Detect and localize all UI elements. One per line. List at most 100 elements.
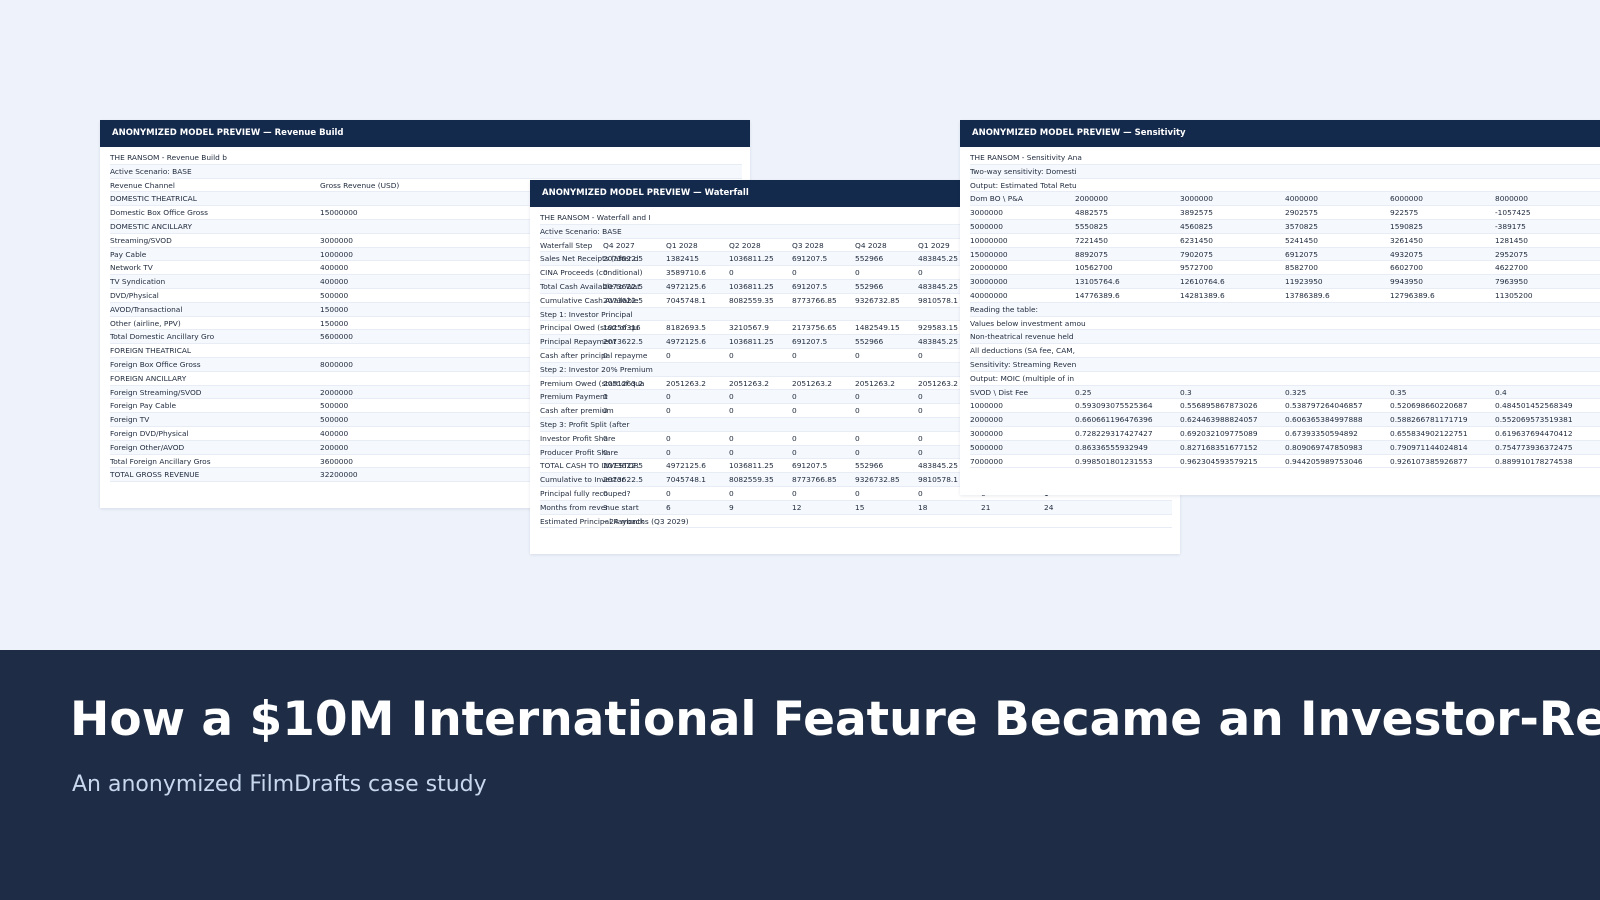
table-cell: 20000000 — [970, 263, 1008, 273]
table-cell: 0.790971144024814 — [1390, 442, 1468, 452]
table-cell: 0 — [855, 406, 860, 416]
table-cell: 0 — [603, 406, 608, 416]
table-cell: 0 — [918, 350, 923, 360]
table-cell: 3000000 — [970, 428, 1003, 438]
table-row: 7000000 0.998501801231553 0.96230459357921… — [970, 455, 1600, 469]
table-cell: 0 — [792, 447, 797, 457]
table-cell: 2051263.2 — [918, 378, 958, 388]
table-cell: 9326732.85 — [855, 295, 900, 305]
table-cell: Values below investment amou — [970, 318, 1086, 328]
table-cell: 13786389.6 — [1285, 290, 1330, 300]
table-cell: 0.944205989753046 — [1285, 456, 1363, 466]
table-cell: 13105764.6 — [1075, 277, 1120, 287]
table-cell: Foreign Other/AVOD — [110, 442, 185, 452]
table-cell: 30000000 — [970, 277, 1008, 287]
table-row: 40000000 14776389.6 14281389.6 13786389.6 12… — [970, 289, 1600, 303]
table-cell: 0.809069747850983 — [1285, 442, 1363, 452]
table-cell: 0 — [729, 433, 734, 443]
table-cell: 15000000 — [320, 208, 358, 218]
table-cell: 691207.5 — [792, 461, 828, 471]
hero-banner: How a $10M International Feature Became … — [0, 650, 1600, 900]
table-row: 1000000 0.593093075525364 0.55689586787302… — [970, 399, 1600, 414]
table-row: Values below investment amou — [970, 317, 1600, 331]
table-cell: 7963950 — [1495, 277, 1528, 287]
table-cell: 12 — [792, 502, 802, 512]
table-cell: 4000000 — [1285, 194, 1318, 204]
table-cell: 21 — [981, 502, 991, 512]
table-cell: 2051263.2 — [855, 378, 895, 388]
table-cell: 0.556895867873026 — [1180, 401, 1258, 411]
table-cell: 0 — [792, 433, 797, 443]
table-cell: 0 — [792, 392, 797, 402]
table-cell: Network TV — [110, 263, 153, 273]
table-cell: 691207.5 — [792, 254, 828, 264]
table-cell: 1000000 — [970, 401, 1003, 411]
table-cell: 0.962304593579215 — [1180, 456, 1258, 466]
table-cell: 1482549.15 — [855, 323, 900, 333]
table-cell: 0 — [666, 447, 671, 457]
table-cell: 0 — [855, 350, 860, 360]
table-cell: 7045748.1 — [666, 295, 706, 305]
table-cell: 0.692032109775089 — [1180, 428, 1258, 438]
table-cell: CINA Proceeds (conditional) — [540, 268, 643, 278]
table-cell: Output: MOIC (multiple of in — [970, 373, 1075, 383]
table-cell: 9810578.1 — [918, 475, 958, 485]
table-cell: 0 — [855, 268, 860, 278]
table-cell: 552966 — [855, 461, 884, 471]
table-cell: 8582700 — [1285, 263, 1318, 273]
table-cell: 5000000 — [970, 442, 1003, 452]
table-cell: THE RANSOM - Waterfall and I — [540, 213, 651, 222]
table-cell: 8892075 — [1075, 249, 1108, 259]
table-cell: 1382415 — [666, 254, 699, 264]
table-row: Reading the table: — [970, 302, 1600, 317]
table-cell: 0.619637694470412 — [1495, 428, 1573, 438]
table-cell: Q1 2028 — [666, 240, 698, 250]
table-cell: 8000000 — [320, 359, 353, 369]
table-cell: 8773766.85 — [792, 295, 837, 305]
table-row: 20000000 10562700 9572700 8582700 6602700 462… — [970, 261, 1600, 276]
table-cell: 0.660661196476396 — [1075, 415, 1153, 425]
table-cell: 0 — [666, 488, 671, 498]
table-cell: DOMESTIC THEATRICAL — [110, 194, 197, 204]
table-cell: 500000 — [320, 401, 349, 411]
table-row: 2000000 0.660661196476396 0.62446398882405… — [970, 413, 1600, 427]
table-cell: Active Scenario: BASE — [540, 226, 622, 236]
table-cell: 552966 — [855, 254, 884, 264]
table-cell: 15 — [855, 502, 865, 512]
table-cell: Months from revenue start — [540, 502, 639, 512]
table-cell: 2073622.5 — [603, 461, 643, 471]
table-cell: 200000 — [320, 442, 349, 452]
table-cell: Foreign DVD/Physical — [110, 428, 189, 438]
table-cell: 0.827168351677152 — [1180, 442, 1258, 452]
table-cell: 0 — [918, 392, 923, 402]
table-cell: 0 — [666, 350, 671, 360]
table-cell: 0.593093075525364 — [1075, 401, 1153, 411]
table-row: Sensitivity: Streaming Reven — [970, 357, 1600, 372]
table-cell: 552966 — [855, 281, 884, 291]
table-row: 5000000 5550825 4560825 3570825 1590825 -3891… — [970, 219, 1600, 234]
table-cell: FOREIGN ANCILLARY — [110, 373, 187, 383]
table-cell: 0 — [729, 350, 734, 360]
table-cell: Streaming/SVOD — [110, 235, 172, 245]
table-cell: 0 — [918, 447, 923, 457]
table-cell: 0 — [729, 447, 734, 457]
table-cell: 5600000 — [320, 332, 353, 342]
table-cell: Two-way sensitivity: Domesti — [970, 166, 1077, 176]
table-cell: 4972125.6 — [666, 337, 706, 347]
table-cell: 483845.25 — [918, 337, 958, 347]
table-row: 10000000 7221450 6231450 5241450 3261450 1281… — [970, 234, 1600, 248]
table-cell: 0 — [729, 392, 734, 402]
table-cell: 552966 — [855, 337, 884, 347]
table-cell: 2051263.2 — [792, 378, 832, 388]
table-cell: Q2 2028 — [729, 240, 761, 250]
table-cell: Step 1: Investor Principal — [540, 309, 633, 319]
table-cell: 0 — [666, 392, 671, 402]
table-cell: 0.552069573519381 — [1495, 415, 1573, 425]
table-cell: 3 — [603, 502, 608, 512]
table-cell: 3210567.9 — [729, 323, 769, 333]
table-cell: 0 — [603, 268, 608, 278]
table-cell: 2051263.2 — [666, 378, 706, 388]
table-cell: 14281389.6 — [1180, 290, 1225, 300]
table-cell: 18 — [918, 502, 928, 512]
table-cell: 5550825 — [1075, 221, 1108, 231]
